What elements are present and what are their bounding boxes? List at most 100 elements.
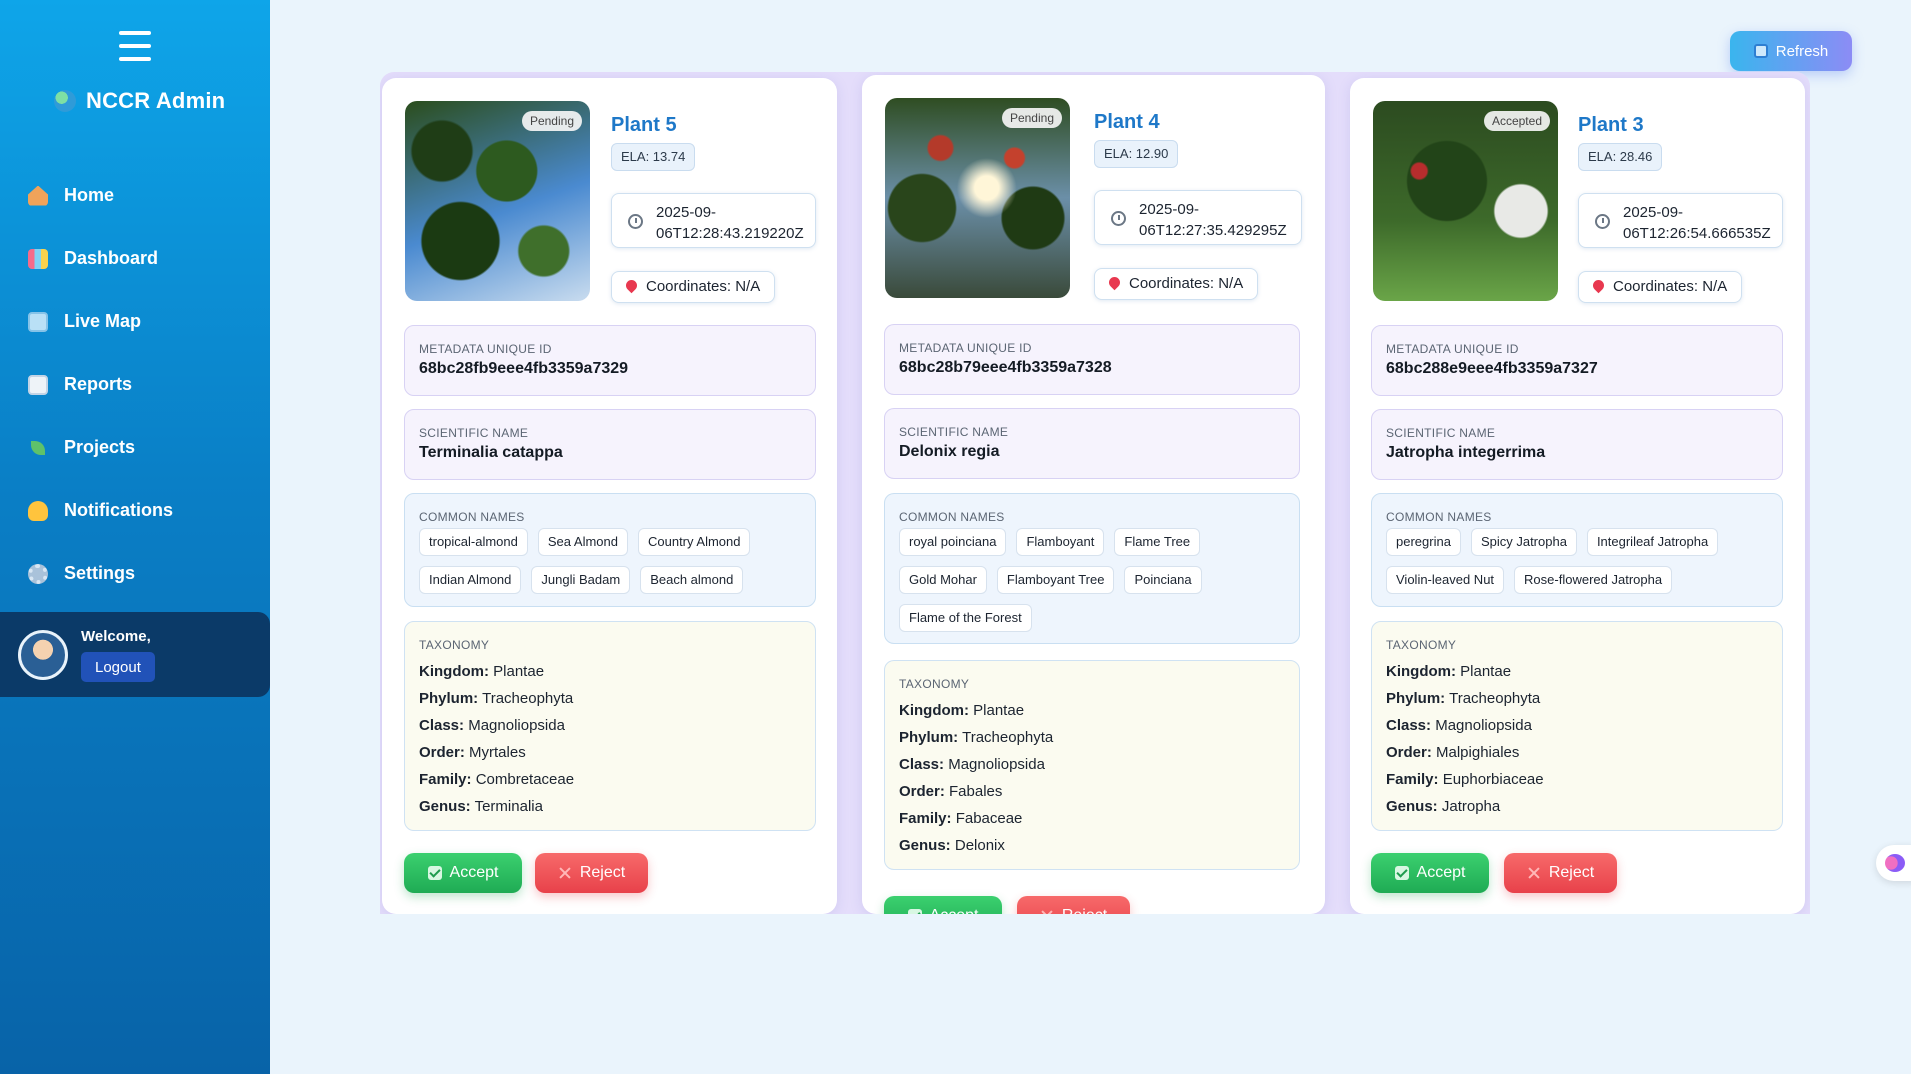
field-label: METADATA UNIQUE ID: [419, 342, 552, 356]
accept-button[interactable]: Accept: [404, 853, 522, 893]
status-badge: Pending: [521, 111, 582, 131]
taxonomy-kingdom: Kingdom: Plantae: [899, 702, 1025, 719]
sidebar-item-settings[interactable]: Settings: [28, 542, 258, 605]
taxonomy-family: Family: Euphorbiaceae: [1386, 771, 1544, 788]
taxonomy-phylum: Phylum: Tracheophyta: [1386, 690, 1541, 707]
close-icon: [558, 866, 572, 880]
refresh-icon: [1753, 44, 1768, 58]
taxonomy-class: Class: Magnoliopsida: [419, 717, 565, 734]
ela-badge: ELA: 13.74: [611, 143, 696, 171]
accept-button[interactable]: Accept: [884, 896, 1002, 914]
sidebar-item-home[interactable]: Home: [28, 164, 258, 227]
common-name-chip: Beach almond: [640, 566, 744, 594]
map-icon: [28, 311, 48, 332]
sidebar-item-reports[interactable]: Reports: [28, 353, 258, 416]
reject-button[interactable]: Reject: [535, 853, 648, 893]
plant-title: Plant 4: [1094, 111, 1160, 133]
field-label: SCIENTIFIC NAME: [899, 425, 1009, 439]
plant-photo[interactable]: Pending: [885, 98, 1070, 298]
taxonomy-kingdom: Kingdom: Plantae: [1386, 663, 1512, 680]
common-name-chip: Gold Mohar: [899, 566, 987, 594]
sidebar-item-notifications[interactable]: Notifications: [28, 479, 258, 542]
sidebar-item-label: Settings: [64, 563, 136, 583]
taxonomy-family: Family: Combretaceae: [419, 771, 575, 788]
common-names-field: COMMON NAMES tropical-almond Sea Almond …: [404, 493, 816, 607]
scientific-name-value: Terminalia catappa: [419, 444, 563, 461]
common-name-chip: Integrileaf Jatropha: [1586, 528, 1719, 556]
coordinates-text: Coordinates: N/A: [1129, 275, 1244, 292]
taxonomy-genus: Genus: Terminalia: [419, 798, 543, 815]
sidebar-item-label: Home: [64, 185, 115, 205]
timestamp-text: 2025-09-06T12:28:43.219220Z: [656, 204, 804, 242]
common-name-chip: Indian Almond: [419, 566, 522, 594]
refresh-label: Refresh: [1775, 42, 1829, 60]
timestamp-box: 2025-09-06T12:28:43.219220Z: [611, 193, 816, 248]
common-names-list: peregrina Spicy Jatropha Integrileaf Jat…: [1386, 528, 1768, 594]
scientific-name-value: Delonix regia: [899, 443, 1000, 460]
common-names-list: royal poinciana Flamboyant Flame Tree Go…: [899, 528, 1285, 632]
taxonomy-genus: Genus: Jatropha: [1386, 798, 1501, 815]
common-names-field: COMMON NAMES royal poinciana Flamboyant …: [884, 493, 1300, 644]
bell-icon: [28, 500, 48, 521]
metadata-id-value: 68bc288e9eee4fb3359a7327: [1386, 360, 1598, 377]
sidebar: NCCR Admin Home Dashboard Live Map Repor…: [0, 0, 270, 1074]
scientific-name-value: Jatropha integerrima: [1386, 444, 1546, 461]
field-label: TAXONOMY: [419, 638, 490, 652]
taxonomy-order: Order: Fabales: [899, 783, 1003, 800]
field-label: METADATA UNIQUE ID: [899, 341, 1032, 355]
coordinates-text: Coordinates: N/A: [1613, 278, 1728, 295]
field-label: COMMON NAMES: [419, 510, 525, 524]
reject-label: Reject: [1062, 907, 1107, 914]
reject-label: Reject: [579, 864, 626, 881]
sidebar-item-dashboard[interactable]: Dashboard: [28, 227, 258, 290]
plant-title: Plant 5: [611, 114, 677, 136]
taxonomy-order: Order: Myrtales: [419, 744, 526, 761]
common-name-chip: tropical-almond: [419, 528, 528, 556]
plant-photo[interactable]: Pending: [405, 101, 590, 301]
common-name-chip: Flamboyant: [1016, 528, 1105, 556]
accept-label: Accept: [449, 864, 499, 881]
scientific-name-field: SCIENTIFIC NAME Terminalia catappa: [404, 409, 816, 480]
field-label: COMMON NAMES: [899, 510, 1005, 524]
refresh-button[interactable]: Refresh: [1730, 31, 1852, 71]
ela-badge: ELA: 28.46: [1578, 143, 1663, 171]
plant-photo[interactable]: Accepted: [1373, 101, 1558, 301]
taxonomy-list: Kingdom: Plantae Phylum: Tracheophyta Cl…: [899, 697, 1053, 859]
common-name-chip: Violin-leaved Nut: [1386, 566, 1505, 594]
common-name-chip: royal poinciana: [899, 528, 1007, 556]
clock-icon: [1595, 214, 1610, 229]
check-icon: [907, 909, 922, 914]
coordinates-box: Coordinates: N/A: [611, 271, 776, 303]
field-label: COMMON NAMES: [1386, 510, 1492, 524]
reject-button[interactable]: Reject: [1017, 896, 1130, 914]
logout-button[interactable]: Logout: [81, 652, 155, 682]
hamburger-menu-icon[interactable]: [119, 31, 151, 61]
plant-card: Pending Plant 4 ELA: 12.90 2025-09-06T12…: [862, 75, 1325, 914]
clock-icon: [1111, 211, 1126, 226]
sidebar-item-label: Dashboard: [64, 248, 159, 268]
common-names-list: tropical-almond Sea Almond Country Almon…: [419, 528, 801, 594]
taxonomy-class: Class: Magnoliopsida: [1386, 717, 1532, 734]
location-pin-icon: [1106, 274, 1123, 291]
sidebar-item-label: Projects: [64, 437, 136, 457]
taxonomy-class: Class: Magnoliopsida: [899, 756, 1045, 773]
location-pin-icon: [623, 277, 640, 294]
timestamp-box: 2025-09-06T12:27:35.429295Z: [1094, 190, 1302, 245]
metadata-id-field: METADATA UNIQUE ID 68bc28fb9eee4fb3359a7…: [404, 325, 816, 396]
reject-button[interactable]: Reject: [1504, 853, 1617, 893]
check-icon: [1394, 866, 1409, 880]
common-name-chip: Flamboyant Tree: [996, 566, 1115, 594]
check-icon: [427, 866, 442, 880]
welcome-text: Welcome,: [81, 628, 151, 645]
common-name-chip: Poinciana: [1124, 566, 1202, 594]
ai-assistant-button[interactable]: [1876, 845, 1911, 881]
metadata-id-value: 68bc28fb9eee4fb3359a7329: [419, 360, 629, 377]
sidebar-item-projects[interactable]: Projects: [28, 416, 258, 479]
clock-icon: [628, 214, 643, 229]
taxonomy-field: TAXONOMY Kingdom: Plantae Phylum: Trache…: [1371, 621, 1783, 831]
common-names-field: COMMON NAMES peregrina Spicy Jatropha In…: [1371, 493, 1783, 607]
sidebar-item-live-map[interactable]: Live Map: [28, 290, 258, 353]
accept-button[interactable]: Accept: [1371, 853, 1489, 893]
brand-title: NCCR Admin: [86, 88, 226, 113]
common-name-chip: Flame Tree: [1114, 528, 1201, 556]
